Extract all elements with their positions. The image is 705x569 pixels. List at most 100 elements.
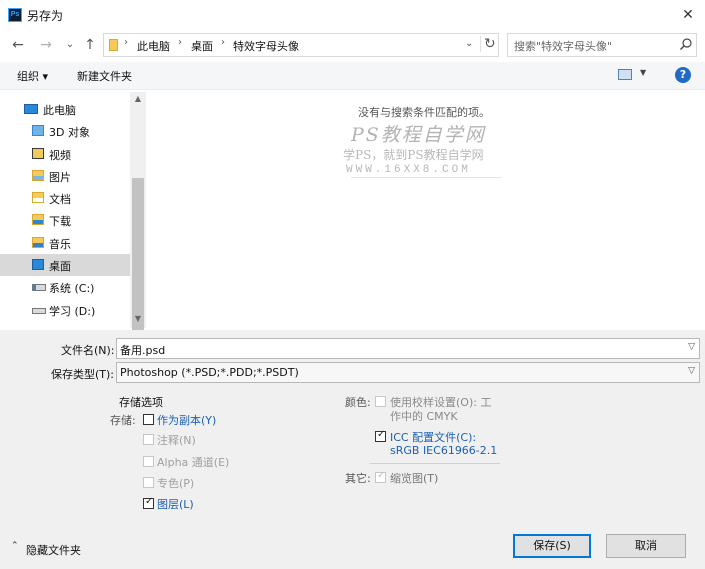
as-copy-checkbox[interactable] [143, 414, 154, 425]
tree-item-pictures[interactable]: 图片 [0, 165, 130, 187]
forward-button[interactable]: → [36, 36, 56, 54]
chevron-down-icon[interactable]: ▽ [688, 342, 695, 352]
alpha-channels-label: Alpha 通道(E) [157, 456, 230, 469]
tree-item-documents[interactable]: 文档 [0, 187, 130, 209]
save-options-panel: 文件名(N): 备用.psd ▽ 保存类型(T): Photoshop (*.P… [0, 330, 705, 569]
folder-3d-icon [32, 125, 44, 136]
thumbnail-label: 缩览图(T) [390, 472, 439, 485]
organize-menu[interactable]: 组织 ▾ [17, 68, 48, 84]
notes-checkbox[interactable] [143, 434, 154, 445]
window-title: 另存为 [27, 9, 64, 23]
save-button[interactable]: 保存(S) [513, 534, 591, 558]
back-button[interactable]: ← [8, 36, 28, 54]
tree-item-label: 此电脑 [43, 104, 76, 117]
tree-item-label: 桌面 [49, 260, 71, 273]
tree-item-label: 图片 [49, 171, 71, 184]
breadcrumb-this-pc[interactable]: 此电脑 [137, 38, 170, 54]
breadcrumb-separator-icon: › [124, 37, 128, 48]
up-arrow-icon: ↑ [84, 37, 96, 53]
spot-colors-checkbox[interactable] [143, 477, 154, 488]
save-options-title: 存储选项 [119, 396, 163, 409]
chevron-up-icon[interactable]: ⌃ [11, 541, 19, 551]
back-arrow-icon: ← [12, 37, 24, 53]
watermark-url: WWW.16XX8.COM [346, 164, 471, 176]
empty-results-message: 没有与搜索条件匹配的项。 [358, 106, 490, 119]
tree-item-label: 3D 对象 [49, 126, 90, 139]
tree-item-videos[interactable]: 视频 [0, 143, 130, 165]
tree-scrollbar[interactable]: ▲ ▼ [130, 92, 146, 358]
checkmark-icon: ✓ [377, 470, 386, 481]
help-icon[interactable]: ? [675, 67, 691, 83]
tree-item-label: 文档 [49, 193, 71, 206]
downloads-folder-icon [32, 214, 44, 225]
tree-item-this-pc[interactable]: 此电脑 [0, 98, 130, 120]
icc-profile-name: sRGB IEC61966-2.1 [390, 444, 498, 457]
tree-item-label: 下载 [49, 215, 71, 228]
icc-profile-label[interactable]: ICC 配置文件(C): [390, 429, 476, 445]
folder-icon [109, 39, 118, 51]
up-button[interactable]: ↑ [80, 36, 100, 54]
music-folder-icon [32, 237, 44, 248]
checkmark-icon: ✓ [145, 496, 154, 507]
watermark-divider [351, 177, 501, 178]
breadcrumb-separator-icon: › [221, 37, 225, 48]
tree-item-music[interactable]: 音乐 [0, 232, 130, 254]
tree-item-drive-d[interactable]: 学习 (D:) [0, 299, 130, 321]
cancel-button[interactable]: 取消 [606, 534, 686, 558]
view-dropdown-icon[interactable]: ▼ [640, 68, 646, 77]
breadcrumb-current-folder[interactable]: 特效字母头像 [233, 38, 299, 54]
filename-input[interactable]: 备用.psd ▽ [116, 338, 700, 359]
use-proof-setup-checkbox[interactable] [375, 396, 386, 407]
scroll-down-icon[interactable]: ▼ [130, 314, 146, 323]
tree-item-label: 学习 (D:) [49, 305, 96, 318]
chevron-down-icon: ⌄ [65, 39, 75, 50]
use-proof-setup-label-line2: 作中的 CMYK [390, 410, 458, 423]
filename-label: 文件名(N): [61, 344, 115, 357]
search-input[interactable]: 搜索"特效字母头像" [507, 33, 697, 57]
recent-locations-button[interactable]: ⌄ [60, 36, 80, 54]
layers-checkbox[interactable]: ✓ [143, 496, 154, 509]
filetype-value: Photoshop (*.PSD;*.PDD;*.PSDT) [120, 366, 299, 379]
alpha-channels-checkbox[interactable] [143, 456, 154, 467]
close-button[interactable]: ✕ [674, 2, 702, 28]
icc-profile-checkbox[interactable]: ✓ [375, 429, 386, 442]
hide-folders-button[interactable]: 隐藏文件夹 [26, 542, 81, 558]
other-label: 其它: [345, 472, 371, 485]
refresh-button[interactable]: ↻ [480, 36, 496, 52]
desktop-folder-icon [32, 259, 44, 270]
as-copy-label[interactable]: 作为副本(Y) [157, 412, 216, 428]
filename-value: 备用.psd [120, 344, 166, 357]
search-icon[interactable] [679, 37, 693, 51]
photoshop-app-icon: Ps [8, 8, 22, 22]
video-folder-icon [32, 148, 44, 159]
address-dropdown-button[interactable]: ⌄ [465, 38, 473, 49]
layers-label[interactable]: 图层(L) [157, 496, 194, 512]
chevron-down-icon: ⌄ [465, 38, 474, 49]
tree-item-3d-objects[interactable]: 3D 对象 [0, 120, 130, 142]
tree-item-drive-c[interactable]: 系统 (C:) [0, 276, 130, 298]
command-toolbar: 组织 ▾ 新建文件夹 ▼ ? [0, 62, 705, 90]
chevron-down-icon[interactable]: ▽ [688, 366, 695, 376]
tree-item-label: 视频 [49, 149, 71, 162]
view-options-icon[interactable] [618, 69, 632, 80]
new-folder-button[interactable]: 新建文件夹 [77, 68, 132, 84]
system-drive-icon [32, 284, 46, 291]
scroll-up-icon[interactable]: ▲ [130, 94, 146, 103]
computer-icon [24, 104, 38, 114]
breadcrumb-separator-icon: › [178, 37, 182, 48]
storage-label: 存储: [110, 414, 136, 427]
tree-item-downloads[interactable]: 下载 [0, 209, 130, 231]
thumbnail-checkbox[interactable]: ✓ [375, 470, 386, 483]
address-bar[interactable]: › 此电脑 › 桌面 › 特效字母头像 ⌄ ↻ [103, 33, 499, 57]
tree-item-label: 系统 (C:) [49, 282, 95, 295]
file-list[interactable]: 没有与搜索条件匹配的项。 PS教程自学网 学PS，就到PS教程自学网 WWW.1… [146, 92, 705, 328]
color-label: 颜色: [345, 396, 371, 409]
spot-colors-label: 专色(P) [157, 477, 195, 490]
drive-icon [32, 308, 46, 314]
watermark-subtitle: 学PS，就到PS教程自学网 [343, 148, 484, 162]
breadcrumb-desktop[interactable]: 桌面 [191, 38, 213, 54]
tree-item-desktop[interactable]: 桌面 [0, 254, 130, 276]
close-icon: ✕ [682, 7, 694, 23]
tree-item-label: 音乐 [49, 238, 71, 251]
filetype-select[interactable]: Photoshop (*.PSD;*.PDD;*.PSDT) ▽ [116, 362, 700, 383]
